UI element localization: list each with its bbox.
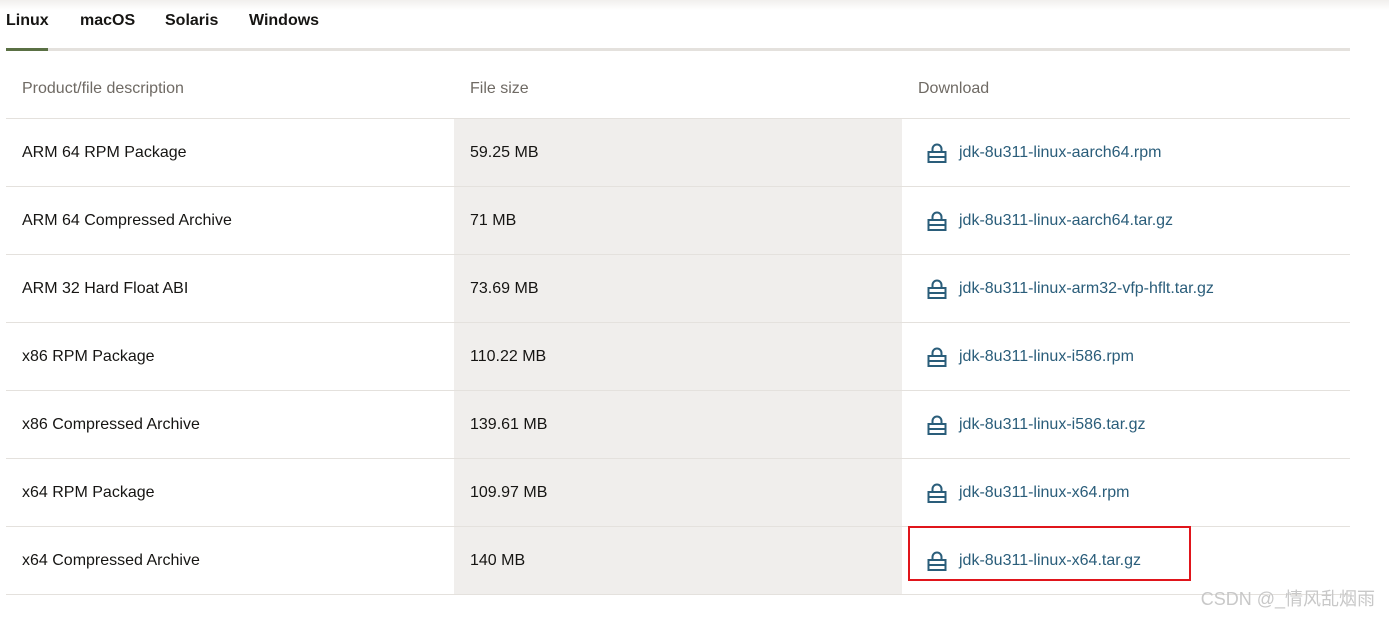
download-filename: jdk-8u311-linux-i586.tar.gz [959, 415, 1146, 433]
lock-icon [927, 279, 947, 299]
tab-solaris[interactable]: Solaris [165, 12, 218, 48]
download-cell: jdk-8u311-linux-i586.rpm [926, 323, 1346, 390]
file-size: 59.25 MB [454, 119, 902, 186]
download-link[interactable]: jdk-8u311-linux-arm32-vfp-hflt.tar.gz [926, 278, 1214, 300]
file-description: x86 Compressed Archive [22, 415, 200, 433]
download-filename: jdk-8u311-linux-aarch64.tar.gz [959, 211, 1174, 229]
download-cell: jdk-8u311-linux-arm32-vfp-hflt.tar.gz [926, 255, 1346, 322]
tab-windows[interactable]: Windows [249, 12, 319, 48]
download-link[interactable]: jdk-8u311-linux-aarch64.rpm [926, 142, 1161, 164]
os-tabs: Linux macOS Solaris Windows [6, 0, 1350, 51]
file-description: ARM 32 Hard Float ABI [22, 279, 189, 297]
lock-icon [927, 211, 947, 231]
table-row: x64 RPM Package 109.97 MB jdk-8u311-linux-… [6, 459, 1350, 527]
file-description: x64 Compressed Archive [22, 551, 200, 569]
download-filename: jdk-8u311-linux-x64.rpm [959, 483, 1130, 501]
file-size: 71 MB [454, 187, 902, 254]
download-link[interactable]: jdk-8u311-linux-x64.tar.gz [926, 550, 1141, 572]
header-file-size: File size [470, 80, 529, 97]
file-size: 73.69 MB [454, 255, 902, 322]
download-page: Linux macOS Solaris Windows Product/file… [0, 0, 1389, 619]
download-link[interactable]: jdk-8u311-linux-aarch64.tar.gz [926, 210, 1173, 232]
download-link[interactable]: jdk-8u311-linux-i586.rpm [926, 346, 1134, 368]
header-download: Download [918, 80, 990, 97]
file-description: x86 RPM Package [22, 347, 155, 365]
download-filename: jdk-8u311-linux-arm32-vfp-hflt.tar.gz [959, 279, 1214, 297]
lock-icon [927, 347, 947, 367]
table-row: ARM 32 Hard Float ABI 73.69 MB jdk-8u311-l… [6, 255, 1350, 323]
download-cell: jdk-8u311-linux-aarch64.rpm [926, 119, 1346, 186]
file-description: x64 RPM Package [22, 483, 155, 501]
file-description: ARM 64 RPM Package [22, 143, 187, 161]
download-cell: jdk-8u311-linux-aarch64.tar.gz [926, 187, 1346, 254]
download-cell: jdk-8u311-linux-x64.rpm [926, 459, 1346, 526]
table-body: ARM 64 RPM Package 59.25 MB jdk-8u311-linu… [6, 119, 1350, 595]
download-link[interactable]: jdk-8u311-linux-x64.rpm [926, 482, 1129, 504]
table-row: x64 Compressed Archive 140 MB jdk-8u311-li… [6, 527, 1350, 595]
file-size: 110.22 MB [454, 323, 902, 390]
tab-linux[interactable]: Linux [6, 12, 49, 51]
downloads-table: Product/file description File size Downl… [6, 60, 1350, 595]
lock-icon [927, 483, 947, 503]
download-filename: jdk-8u311-linux-aarch64.rpm [959, 143, 1162, 161]
download-cell: jdk-8u311-linux-x64.tar.gz [926, 527, 1346, 594]
table-header: Product/file description File size Downl… [6, 60, 1350, 119]
tab-macos[interactable]: macOS [80, 12, 135, 48]
download-cell: jdk-8u311-linux-i586.tar.gz [926, 391, 1346, 458]
download-filename: jdk-8u311-linux-x64.tar.gz [959, 551, 1142, 569]
table-row: x86 RPM Package 110.22 MB jdk-8u311-linux-… [6, 323, 1350, 391]
header-description: Product/file description [22, 80, 184, 97]
file-size: 139.61 MB [454, 391, 902, 458]
file-size: 109.97 MB [454, 459, 902, 526]
file-description: ARM 64 Compressed Archive [22, 211, 232, 229]
download-filename: jdk-8u311-linux-i586.rpm [959, 347, 1134, 365]
watermark: CSDN @_情风乱烟雨 [1200, 589, 1375, 609]
lock-icon [927, 415, 947, 435]
table-row: ARM 64 Compressed Archive 71 MB jdk-8u311-… [6, 187, 1350, 255]
lock-icon [927, 143, 947, 163]
download-link[interactable]: jdk-8u311-linux-i586.tar.gz [926, 414, 1145, 436]
lock-icon [927, 551, 947, 571]
file-size: 140 MB [454, 527, 902, 594]
table-row: x86 Compressed Archive 139.61 MB jdk-8u311… [6, 391, 1350, 459]
table-row: ARM 64 RPM Package 59.25 MB jdk-8u311-linu… [6, 119, 1350, 187]
